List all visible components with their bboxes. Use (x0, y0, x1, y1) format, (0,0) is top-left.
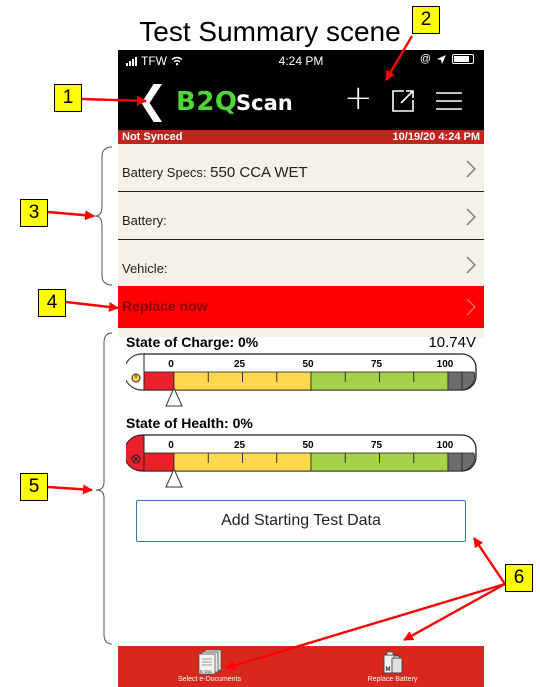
callout-6: 6 (505, 564, 533, 592)
state-of-charge-label: State of Charge: 0% (126, 334, 259, 350)
callout-4: 4 (38, 289, 66, 317)
info-row-battery[interactable]: Battery: (118, 192, 484, 240)
chevron-left-icon[interactable]: ❮ (136, 80, 168, 120)
callout-1: 1 (54, 84, 82, 112)
info-row-text: Battery: (122, 212, 167, 229)
callout-5: 5 (20, 473, 48, 501)
svg-text:Scan: Scan (236, 91, 293, 115)
bracket-3 (94, 146, 113, 286)
chevron-right-icon (466, 160, 476, 178)
soh-segment-gray-end (461, 452, 475, 472)
result-replace-now[interactable]: Replace now (118, 286, 484, 328)
sync-status-bar: Not Synced 10/19/20 4:24 PM (118, 130, 484, 144)
soh-tick-label: 0 (168, 440, 174, 451)
soc-tick-label: 25 (234, 359, 246, 370)
bracket-5 (95, 332, 113, 645)
info-row-text: Vehicle: (122, 260, 168, 277)
soc-pointer (165, 386, 183, 407)
arrow-5 (47, 484, 93, 495)
battery-specs-value: 550 CCA WET (210, 164, 308, 181)
callout-2: 2 (412, 6, 440, 34)
soh-segment-red (143, 452, 175, 472)
tab-select-e-documents[interactable]: E-Doc Select e-Documents (118, 646, 301, 687)
soc-segment-gray-end (461, 371, 475, 391)
state-of-charge-gauge: 0 25 50 75 100 (126, 353, 477, 407)
callout-3: 3 (20, 199, 48, 227)
export-icon[interactable] (390, 88, 416, 114)
tab-label: Replace Battery (367, 676, 418, 683)
result-label: Replace now (122, 298, 208, 314)
state-of-health-label: State of Health: 0% (126, 415, 253, 431)
voltage-reading: 10.74V (428, 334, 476, 351)
soc-tick-label: 0 (168, 359, 174, 370)
sync-status: Not Synced (122, 131, 183, 143)
b2qscan-logo: B2Q Scan (176, 87, 293, 117)
soc-cap (126, 353, 145, 391)
soh-tick-label: 50 (302, 440, 314, 451)
chevron-right-icon (466, 298, 476, 316)
soc-segment-gray (447, 371, 463, 391)
plus-icon[interactable]: + (344, 78, 373, 118)
phone-screen: TFW 4:24 PM @ ❮ B2Q Scan + Not Synced 10… (118, 50, 484, 687)
app-logo: B2Q Scan (176, 86, 306, 121)
sync-timestamp: 10/19/20 4:24 PM (392, 131, 480, 143)
status-right: @ (420, 53, 474, 65)
info-label: Battery Specs: (122, 165, 207, 180)
tab-label: Select e-Documents (177, 676, 242, 683)
soc-segment-red (143, 371, 175, 391)
battery-status-icon (452, 54, 474, 64)
soc-tick-label: 100 (437, 359, 454, 370)
soh-tick-label: 25 (234, 440, 246, 451)
info-row-battery-specs[interactable]: Battery Specs: 550 CCA WET (118, 144, 484, 192)
info-label: Vehicle: (122, 261, 168, 276)
soc-tick-label: 75 (371, 359, 383, 370)
info-label: Battery: (122, 213, 167, 228)
info-row-text: Battery Specs: 550 CCA WET (122, 164, 308, 181)
soh-tick-label: 75 (371, 440, 383, 451)
svg-text:M: M (385, 667, 390, 673)
tab-replace-battery[interactable]: M Replace Battery (301, 646, 484, 687)
info-row-vehicle[interactable]: Vehicle: (118, 240, 484, 288)
add-starting-test-data-button[interactable]: Add Starting Test Data (136, 500, 466, 542)
arrow-3 (47, 210, 95, 221)
doc-badge: E-Doc (200, 669, 213, 674)
svg-text:B2Q: B2Q (176, 87, 238, 116)
soh-pointer (165, 467, 183, 488)
soh-cap (126, 434, 145, 472)
nav-bar: ❮ B2Q Scan + (118, 72, 484, 130)
hamburger-menu-icon[interactable] (436, 90, 462, 112)
location-icon (437, 54, 446, 64)
arrow-4 (65, 300, 119, 312)
rotation-lock-icon: @ (419, 53, 431, 65)
status-bar: TFW 4:24 PM @ (118, 50, 484, 72)
soc-tick-label: 50 (302, 359, 314, 370)
state-of-health-gauge: 0 25 50 75 100 (126, 434, 477, 488)
soh-segment-gray (447, 452, 463, 472)
chevron-right-icon (466, 208, 476, 226)
replace-battery-icon: M (383, 651, 402, 674)
chevron-right-icon (466, 256, 476, 274)
scene-title: Test Summary scene (139, 16, 401, 47)
bottom-tab-bar: E-Doc Select e-Documents M Replace Batte… (118, 646, 484, 687)
documents-icon: E-Doc (198, 649, 221, 675)
soh-tick-label: 100 (437, 440, 454, 451)
